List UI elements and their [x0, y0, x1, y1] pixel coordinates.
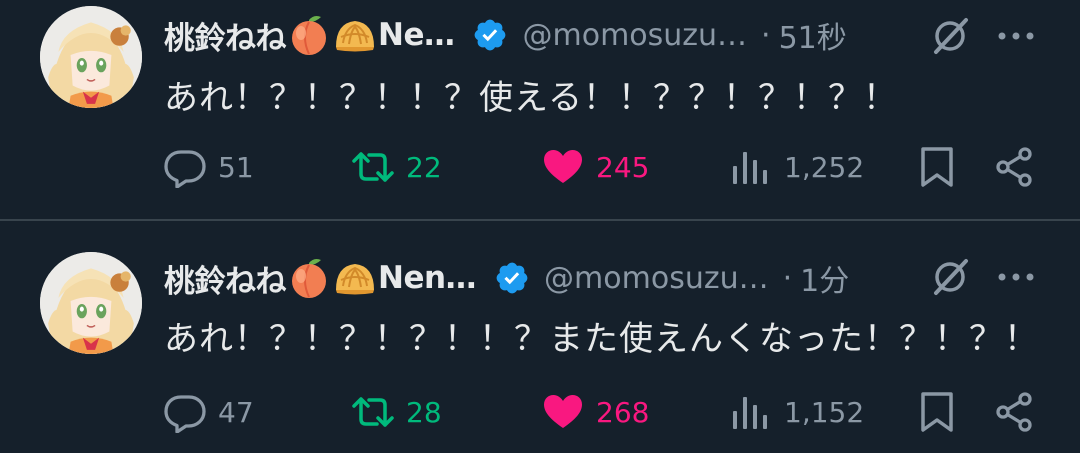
share-icon: [994, 146, 1036, 188]
view-count: 1,152: [784, 395, 865, 429]
tweet[interactable]: 桃鈴ねね Ne… @momosuzu… · 51秒 あれ！？！？！！？使える！！…: [0, 0, 1080, 219]
tweet-header: 桃鈴ねね Nen… @momosuzu… · 1分: [164, 251, 849, 305]
share-button[interactable]: [994, 387, 1036, 437]
action-bar: 47 28 268 1,152: [0, 387, 1080, 437]
separator-dot: ·: [782, 260, 793, 296]
like-button[interactable]: 245: [542, 142, 649, 192]
retweet-icon: [352, 391, 394, 433]
melon-bread-emoji: [333, 13, 377, 57]
retweet-count: 28: [406, 395, 442, 429]
verified-badge-icon[interactable]: [472, 17, 508, 53]
author-name[interactable]: 桃鈴ねね: [164, 13, 287, 58]
reply-icon: [164, 391, 206, 433]
reply-icon: [164, 146, 206, 188]
tweet-text: あれ！？！？！！？使える！！？？！？！？！: [164, 78, 898, 118]
more-options-icon[interactable]: [996, 267, 1036, 287]
author-handle[interactable]: @momosuzu…: [522, 18, 747, 53]
views-icon: [730, 391, 772, 433]
timestamp[interactable]: 1分: [800, 256, 849, 300]
avatar[interactable]: [40, 252, 142, 354]
avatar-image: [40, 252, 142, 354]
tweet-header: 桃鈴ねね Ne… @momosuzu… · 51秒: [164, 8, 847, 62]
reply-button[interactable]: 51: [164, 142, 254, 192]
like-count: 245: [596, 150, 650, 184]
retweet-button[interactable]: 28: [352, 387, 442, 437]
tweet[interactable]: 桃鈴ねね Nen… @momosuzu… · 1分 あれ！？！？！？！！？また使…: [0, 221, 1080, 453]
views-icon: [730, 146, 772, 188]
author-name-suffix[interactable]: Ne…: [378, 17, 455, 53]
retweet-icon: [352, 146, 394, 188]
more-options-icon[interactable]: [996, 26, 1036, 46]
bookmark-button[interactable]: [916, 387, 958, 437]
reply-button[interactable]: 47: [164, 387, 254, 437]
peach-emoji: [287, 13, 331, 57]
reply-count: 51: [218, 150, 254, 184]
heart-icon: [542, 146, 584, 188]
retweet-count: 22: [406, 150, 442, 184]
views-button[interactable]: 1,252: [730, 142, 864, 192]
author-handle[interactable]: @momosuzu…: [544, 261, 769, 296]
bookmark-icon: [916, 391, 958, 433]
author-name-suffix[interactable]: Nen…: [378, 260, 477, 296]
like-button[interactable]: 268: [542, 387, 649, 437]
grok-icon[interactable]: [928, 255, 972, 299]
separator-dot: ·: [761, 17, 771, 53]
avatar-image: [40, 6, 142, 108]
heart-icon: [542, 391, 584, 433]
avatar[interactable]: [40, 6, 142, 108]
bookmark-button[interactable]: [916, 142, 958, 192]
peach-emoji: [287, 256, 331, 300]
like-count: 268: [596, 395, 650, 429]
bookmark-icon: [916, 146, 958, 188]
grok-icon[interactable]: [928, 14, 972, 58]
view-count: 1,252: [784, 150, 865, 184]
verified-badge-icon[interactable]: [494, 260, 530, 296]
reply-count: 47: [218, 395, 254, 429]
retweet-button[interactable]: 22: [352, 142, 442, 192]
author-name[interactable]: 桃鈴ねね: [164, 256, 287, 301]
share-button[interactable]: [994, 142, 1036, 192]
melon-bread-emoji: [333, 256, 377, 300]
timestamp[interactable]: 51秒: [779, 13, 847, 57]
views-button[interactable]: 1,152: [730, 387, 864, 437]
action-bar: 51 22 245 1,252: [0, 142, 1080, 192]
share-icon: [994, 391, 1036, 433]
tweet-text: あれ！？！？！？！！？また使えんくなった！？！？！: [164, 319, 1039, 359]
